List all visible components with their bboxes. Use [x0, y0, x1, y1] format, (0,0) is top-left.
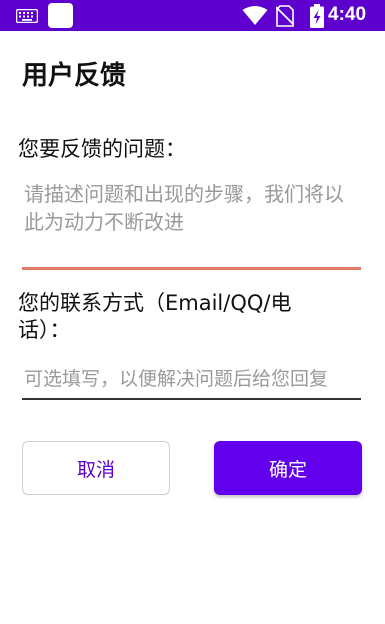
- contact-label-line1: 您的联系方式（Email/QQ/电: [18, 291, 292, 315]
- confirm-button[interactable]: 确定: [214, 441, 362, 495]
- wifi-icon: [242, 6, 268, 30]
- status-time: 4:40: [328, 4, 367, 25]
- keyboard-icon: [15, 8, 39, 27]
- cancel-button[interactable]: 取消: [22, 441, 170, 495]
- feedback-label: 您要反馈的问题：: [18, 137, 186, 161]
- battery-charging-icon: [310, 4, 324, 32]
- feedback-textarea[interactable]: [22, 178, 361, 270]
- contact-label: 您的联系方式（Email/QQ/电 话）：: [18, 290, 291, 344]
- contact-input[interactable]: [22, 360, 361, 400]
- page-title: 用户反馈: [22, 61, 127, 91]
- contact-label-line2: 话）：: [18, 318, 71, 342]
- status-bar: 4:40: [0, 0, 385, 31]
- notification-icon: [48, 3, 73, 28]
- no-sim-icon: [275, 5, 295, 31]
